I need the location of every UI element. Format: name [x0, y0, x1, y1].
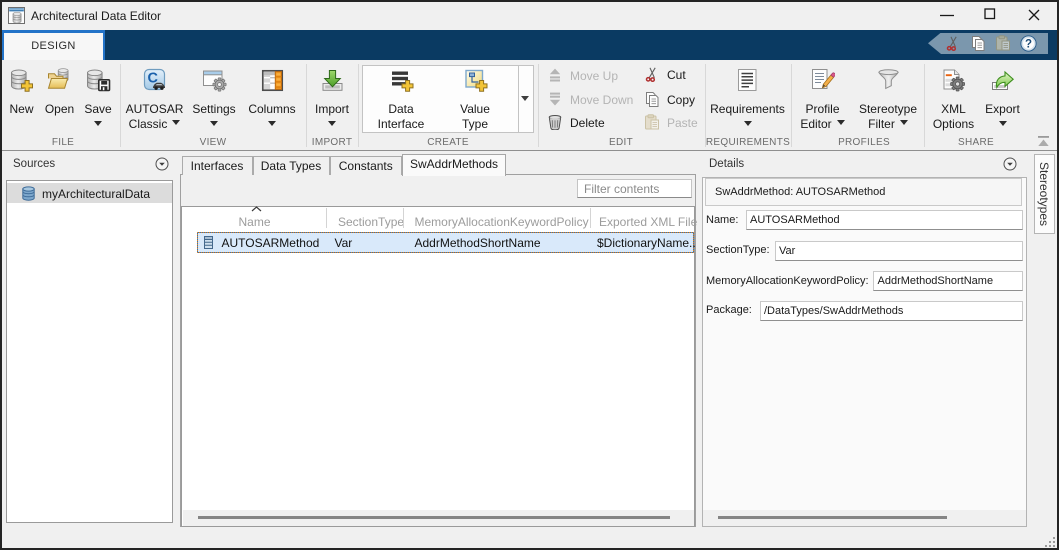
svg-text:?: ? — [1025, 38, 1032, 50]
